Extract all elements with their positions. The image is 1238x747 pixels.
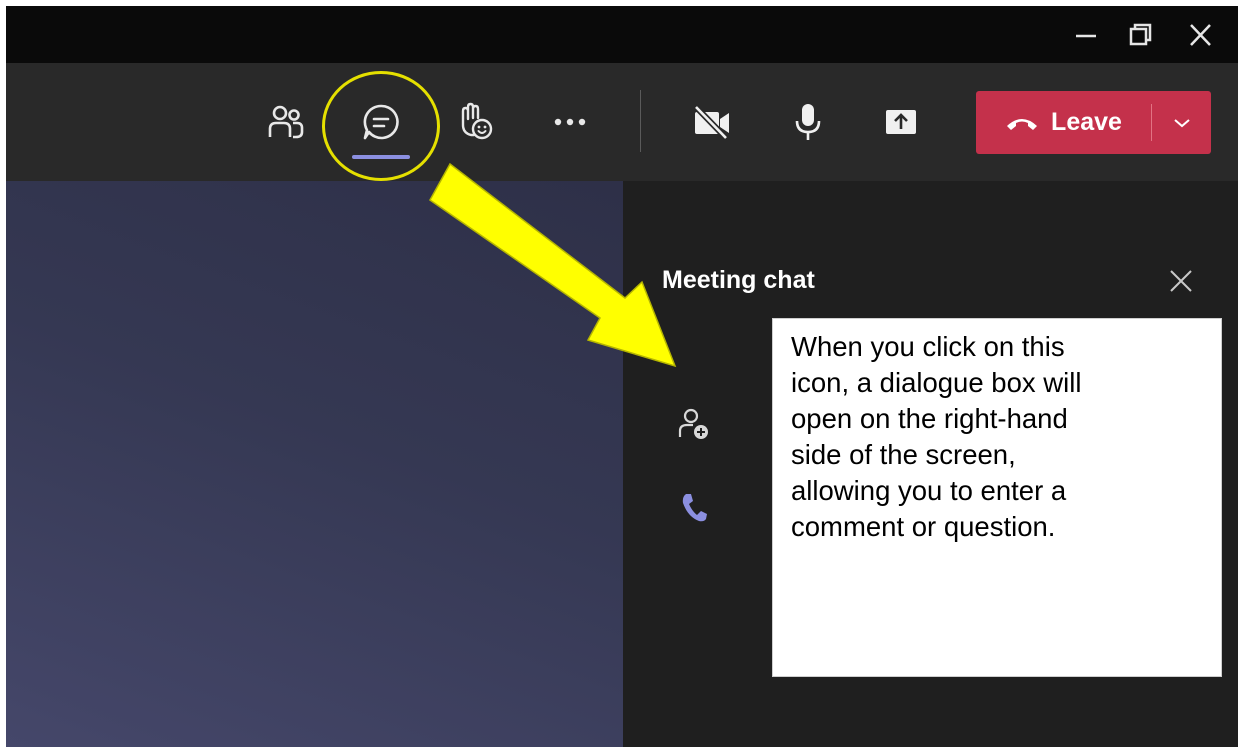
annotation-arrow-icon [429, 162, 677, 368]
